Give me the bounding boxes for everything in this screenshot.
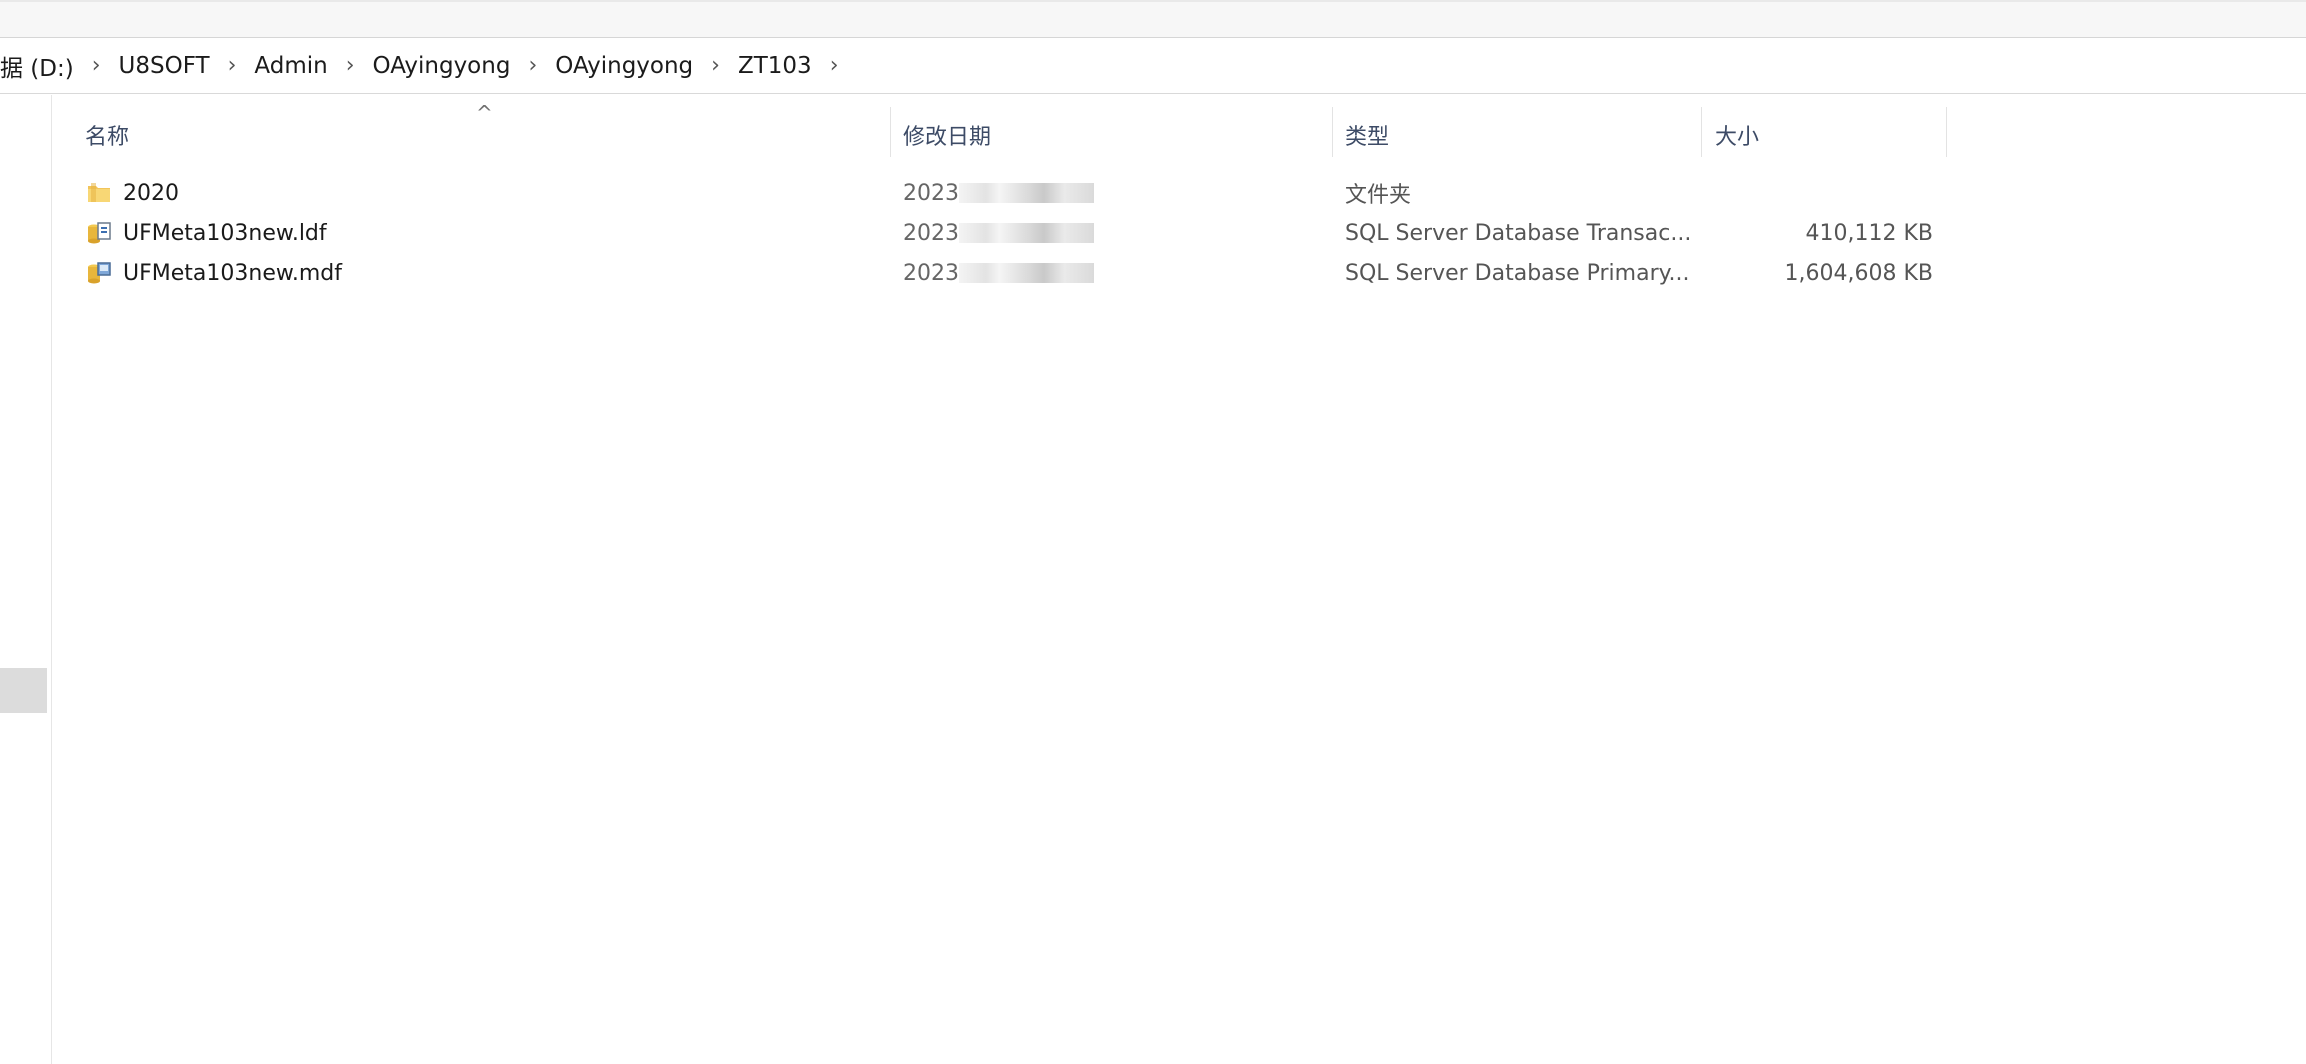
file-name-cell: UFMeta103new.mdf <box>85 253 845 293</box>
file-date-cell: 2023 <box>903 253 1343 293</box>
file-explorer-window: 据 (D:) › U8SOFT › Admin › OAyingyong › O… <box>0 0 2306 1064</box>
file-size: 1,604,608 KB <box>1784 260 1933 286</box>
redacted-date <box>959 223 1094 243</box>
chevron-right-icon[interactable]: › <box>82 44 111 88</box>
chevron-right-icon[interactable]: › <box>518 44 547 88</box>
file-name: UFMeta103new.mdf <box>123 260 342 286</box>
breadcrumb-drive-d[interactable]: 据 (D:) <box>0 44 82 88</box>
file-date: 2023 <box>903 260 959 286</box>
column-header-size[interactable]: 大小 <box>1683 107 1933 163</box>
chevron-right-icon[interactable]: › <box>336 44 365 88</box>
column-header-type[interactable]: 类型 <box>1313 107 1683 163</box>
list-item[interactable]: UFMeta103new.ldf 2023 SQL Server Databas… <box>53 213 1953 253</box>
file-type-cell: 文件夹 <box>1345 173 1705 213</box>
file-date: 2023 <box>903 180 959 206</box>
column-divider[interactable] <box>1946 107 1947 157</box>
list-item[interactable]: 2020 2023 文件夹 <box>53 173 1953 213</box>
column-header-date-label: 修改日期 <box>903 125 992 150</box>
column-header-name-label: 名称 <box>85 125 130 150</box>
column-header-date[interactable]: 修改日期 <box>871 107 1311 163</box>
file-type: SQL Server Database Transac... <box>1345 220 1692 246</box>
breadcrumb-zt103[interactable]: ZT103 <box>730 44 820 88</box>
list-item[interactable]: UFMeta103new.mdf 2023 SQL Server Databas… <box>53 253 1953 293</box>
breadcrumb-oayingyong-1[interactable]: OAyingyong <box>365 44 519 88</box>
file-name-cell: UFMeta103new.ldf <box>85 213 845 253</box>
file-date: 2023 <box>903 220 959 246</box>
file-type: 文件夹 <box>1345 183 1412 208</box>
file-type-cell: SQL Server Database Transac... <box>1345 213 1705 253</box>
breadcrumb-oayingyong-2[interactable]: OAyingyong <box>547 44 701 88</box>
file-size-cell: 1,604,608 KB <box>1713 253 1933 293</box>
file-size-cell <box>1713 173 1933 213</box>
column-header-row: 名称 ^ 修改日期 类型 大小 <box>53 95 1953 171</box>
file-type: SQL Server Database Primary... <box>1345 260 1690 286</box>
address-bar[interactable]: 据 (D:) › U8SOFT › Admin › OAyingyong › O… <box>0 38 2306 94</box>
sql-database-file-icon <box>88 222 111 244</box>
chevron-right-icon[interactable]: › <box>701 44 730 88</box>
file-type-cell: SQL Server Database Primary... <box>1345 253 1705 293</box>
file-size-cell: 410,112 KB <box>1713 213 1934 253</box>
navigation-pane-scrollbar-thumb[interactable] <box>0 668 47 713</box>
chevron-right-icon[interactable]: › <box>218 44 247 88</box>
breadcrumb-u8soft[interactable]: U8SOFT <box>111 44 218 88</box>
breadcrumb-admin[interactable]: Admin <box>246 44 335 88</box>
file-date-cell: 2023 <box>903 173 1343 213</box>
column-header-type-label: 类型 <box>1345 125 1390 150</box>
redacted-date <box>959 263 1094 283</box>
file-name-cell: 2020 <box>85 173 845 213</box>
navigation-pane[interactable] <box>0 95 52 1064</box>
redacted-date <box>959 183 1094 203</box>
file-name: UFMeta103new.ldf <box>123 220 327 246</box>
column-header-size-label: 大小 <box>1715 125 1760 150</box>
sql-database-file-icon <box>88 262 111 284</box>
chevron-right-icon[interactable]: › <box>820 44 849 88</box>
file-date-cell: 2023 <box>903 213 1343 253</box>
file-rows: 2020 2023 文件夹 UFMeta103new.ldf 2023 SQL … <box>53 173 1953 293</box>
sort-ascending-icon: ^ <box>476 101 493 125</box>
toolbar-strip <box>0 0 2306 38</box>
file-size: 410,112 KB <box>1805 220 1934 246</box>
file-name: 2020 <box>123 180 179 206</box>
file-list[interactable]: 名称 ^ 修改日期 类型 大小 2020 2023 文件夹 UFMeta103n… <box>53 95 2306 1064</box>
column-header-name[interactable]: 名称 <box>53 107 890 163</box>
folder-icon <box>88 183 110 202</box>
